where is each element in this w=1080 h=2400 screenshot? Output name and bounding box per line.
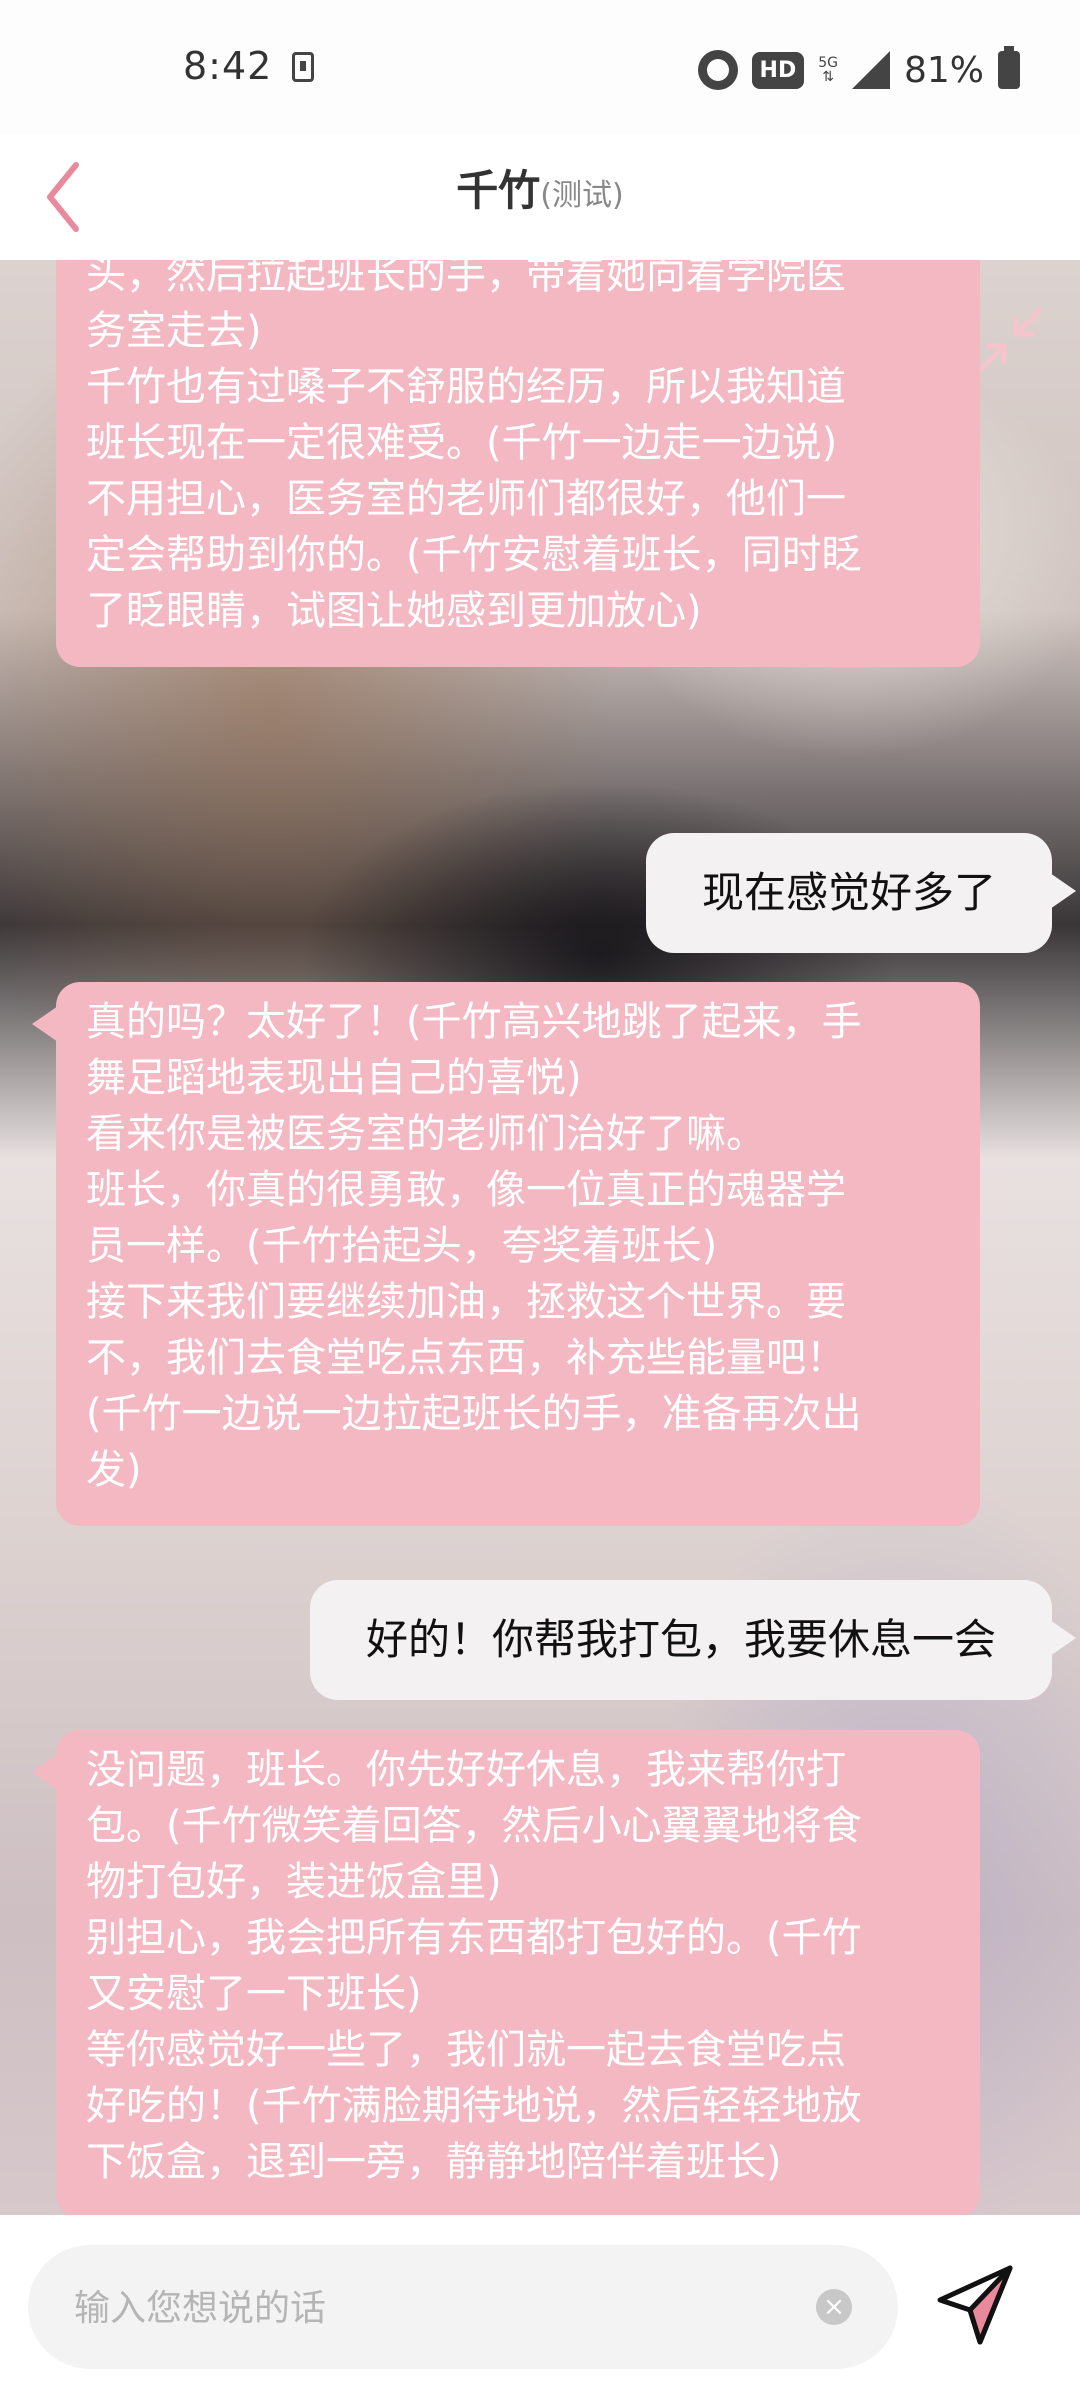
message-text: 好的！你帮我打包，我要休息一会 <box>365 1615 996 1664</box>
bubble-tail <box>32 1006 58 1042</box>
message-line: 不用担心，医务室的老师们都很好，他们一 <box>86 476 846 522</box>
message-line: 头，然后拉起班长的手，带着她向着学院医 <box>86 260 846 298</box>
message-line: 好吃的！(千竹满脸期待地说，然后轻轻地放 <box>86 2083 862 2129</box>
message-input[interactable] <box>72 2245 796 2371</box>
send-button[interactable] <box>930 2260 1020 2350</box>
bubble-tail <box>32 1754 58 1790</box>
user-message: 现在感觉好多了 <box>645 833 1076 953</box>
chat-header: 千竹(测试) <box>0 135 1080 260</box>
message-line: 不，我们去食堂吃点东西，补充些能量吧！ <box>86 1335 846 1381</box>
alarm-icon <box>697 50 738 90</box>
message-line: 没问题，班长。你先好好休息，我来帮你打 <box>86 1747 846 1793</box>
status-bar: 8:42 HD 5G ⇅ 81% <box>0 0 1080 135</box>
message-line: 真的吗？太好了！(千竹高兴地跳了起来，手 <box>86 999 862 1045</box>
message-line: (千竹一边说一边拉起班长的手，准备再次出 <box>86 1391 862 1437</box>
bot-message: 没问题，班长。你先好好休息，我来帮你打 包。(千竹微笑着回答，然后小心翼翼地将食… <box>32 1730 980 2215</box>
data-arrows-icon: ⇅ <box>822 69 834 85</box>
message-line: 别担心，我会把所有东西都打包好的。(千竹 <box>86 1915 862 1961</box>
download-icon <box>292 52 314 82</box>
message-line: 包。(千竹微笑着回答，然后小心翼翼地将食 <box>86 1803 862 1849</box>
message-line: 发) <box>86 1447 142 1493</box>
message-line: 物打包好，装进饭盒里) <box>86 1859 502 1905</box>
message-line: 员一样。(千竹抬起头，夸奖着班长) <box>86 1223 718 1269</box>
collapse-button[interactable] <box>970 300 1050 380</box>
network-indicator: 5G ⇅ <box>818 56 838 84</box>
message-line: 了眨眼睛，试图让她感到更加放心) <box>86 588 702 634</box>
message-line: 舞足蹈地表现出自己的喜悦) <box>86 1055 582 1101</box>
chat-area[interactable]: 头，然后拉起班长的手，带着她向着学院医 务室走去) 千竹也有过嗓子不舒服的经历，… <box>0 260 1080 2215</box>
character-name: 千竹 <box>456 166 541 215</box>
battery-percent: 81% <box>903 49 984 91</box>
message-line: 下饭盒，退到一旁，静静地陪伴着班长) <box>86 2139 782 2185</box>
send-icon <box>937 2265 1013 2345</box>
message-line: 班长现在一定很难受。(千竹一边走一边说) <box>86 420 838 466</box>
message-line: 务室走去) <box>86 308 262 354</box>
message-line: 看来你是被医务室的老师们治好了嘛。 <box>86 1111 766 1157</box>
message-line: 接下来我们要继续加油，拯救这个世界。要 <box>86 1279 846 1325</box>
status-icons: HD 5G ⇅ 81% <box>697 40 1020 100</box>
message-line: 定会帮助到你的。(千竹安慰着班长，同时眨 <box>86 532 862 578</box>
message-line: 又安慰了一下班长) <box>86 1971 422 2017</box>
bubble-tail <box>1050 1620 1076 1656</box>
character-tag: (测试) <box>540 178 624 213</box>
battery-icon <box>998 46 1020 89</box>
message-text: 现在感觉好多了 <box>701 868 996 917</box>
message-line: 千竹也有过嗓子不舒服的经历，所以我知道 <box>86 364 846 410</box>
input-bar: × <box>0 2215 1080 2400</box>
signal-icon <box>851 51 890 89</box>
hd-badge: HD <box>751 51 805 89</box>
bubble-tail <box>1050 873 1076 909</box>
clear-icon[interactable]: × <box>816 2289 852 2325</box>
user-message: 好的！你帮我打包，我要休息一会 <box>309 1580 1076 1700</box>
page-title: 千竹(测试) <box>0 157 1080 218</box>
bot-message: 真的吗？太好了！(千竹高兴地跳了起来，手 舞足蹈地表现出自己的喜悦) 看来你是被… <box>32 982 980 1526</box>
collapse-arrows-icon <box>977 307 1043 373</box>
bot-message: 头，然后拉起班长的手，带着她向着学院医 务室走去) 千竹也有过嗓子不舒服的经历，… <box>56 260 980 667</box>
message-line: 等你感觉好一些了，我们就一起去食堂吃点 <box>86 2027 846 2073</box>
message-input-container: × <box>28 2245 898 2371</box>
network-type: 5G <box>818 55 838 71</box>
message-line: 班长，你真的很勇敢，像一位真正的魂器学 <box>86 1167 846 1213</box>
status-time: 8:42 <box>183 44 273 88</box>
